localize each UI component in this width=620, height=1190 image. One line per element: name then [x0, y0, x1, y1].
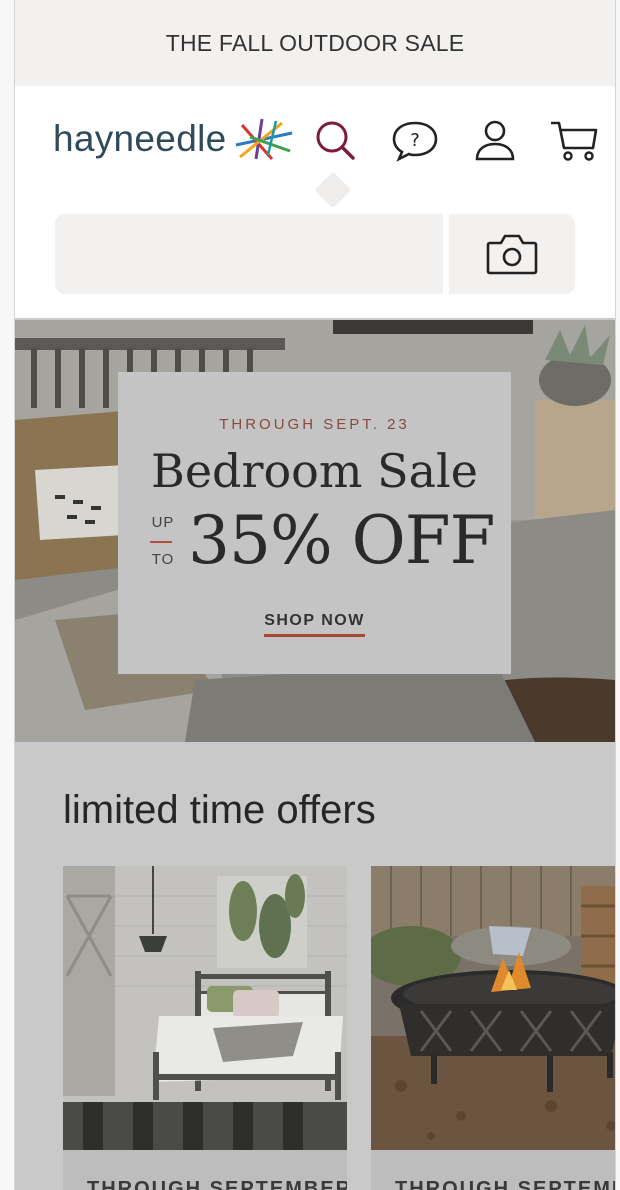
up-to-divider — [150, 541, 172, 543]
offer-card[interactable]: THROUGH SEPTEMBER — [63, 866, 347, 1190]
search-dropdown-caret — [314, 171, 352, 209]
cart-icon[interactable] — [549, 118, 599, 162]
svg-text:?: ? — [410, 130, 420, 151]
offer-card-caption: THROUGH SEPTEMBER — [395, 1178, 615, 1190]
hero-banner[interactable]: THROUGH SEPT. 23 Bedroom Sale UP TO 35% … — [15, 320, 615, 742]
brand-name: hayneedle — [53, 118, 227, 159]
site-header: hayneedle ? — [15, 86, 615, 318]
fire-pit-product-image — [371, 866, 615, 1150]
offer-card-footer: THROUGH SEPTEMBER — [63, 1150, 347, 1190]
to-text: TO — [151, 551, 175, 568]
hero-title: Bedroom Sale — [151, 444, 478, 498]
promo-banner[interactable]: THE FALL OUTDOOR SALE — [15, 0, 615, 86]
section-title: limited time offers — [63, 788, 376, 832]
camera-icon — [486, 234, 538, 275]
page-frame: THE FALL OUTDOOR SALE hayneedle ? THROUG… — [14, 0, 616, 1190]
offer-card-caption: THROUGH SEPTEMBER — [87, 1178, 347, 1190]
shop-now-label: SHOP NOW — [264, 612, 365, 637]
shop-now-link[interactable]: SHOP NOW — [118, 612, 511, 637]
logo-mark-icon — [236, 118, 293, 160]
promo-text: THE FALL OUTDOOR SALE — [165, 29, 465, 56]
brand-logo[interactable]: hayneedle — [53, 114, 296, 164]
search-input[interactable] — [55, 214, 443, 294]
hero-offer: UP TO 35% OFF — [150, 502, 495, 584]
bedroom-product-image — [63, 866, 347, 1150]
offer-card-image — [63, 866, 347, 1150]
up-to-label: UP TO — [150, 514, 176, 568]
visual-search-button[interactable] — [449, 214, 575, 294]
offer-card[interactable]: THROUGH SEPTEMBER — [371, 866, 615, 1190]
help-chat-icon[interactable]: ? — [391, 118, 439, 162]
hero-promo-card: THROUGH SEPT. 23 Bedroom Sale UP TO 35% … — [118, 372, 511, 674]
account-icon[interactable] — [473, 118, 517, 162]
up-text: UP — [151, 514, 175, 531]
hero-eyebrow: THROUGH SEPT. 23 — [219, 416, 410, 433]
offer-card-footer: THROUGH SEPTEMBER — [371, 1150, 615, 1190]
discount-text: 35% OFF — [188, 502, 495, 579]
search-icon[interactable] — [313, 118, 357, 162]
offer-card-image — [371, 866, 615, 1150]
